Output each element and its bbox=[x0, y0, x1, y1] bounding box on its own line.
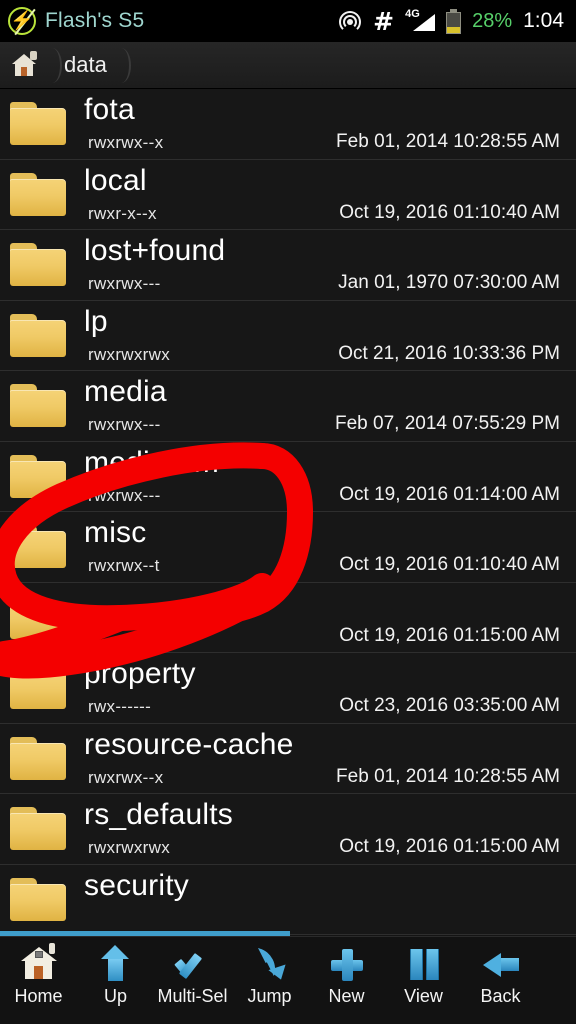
folder-icon bbox=[10, 666, 66, 710]
file-manager-app: ⚡ Flash's S5 # 4G 28% 1:04 data fota rwx… bbox=[0, 0, 576, 1024]
back-arrow-icon bbox=[481, 943, 521, 985]
toolbar-button-back[interactable]: Back bbox=[462, 937, 539, 1024]
file-name-label: local bbox=[84, 163, 147, 197]
file-name-label: mediadrm bbox=[84, 445, 219, 479]
breadcrumb-item-label: data bbox=[64, 52, 107, 77]
file-date-label: Oct 23, 2016 03:35:00 AM bbox=[339, 695, 560, 716]
status-bar-right: # 4G 28% 1:04 bbox=[338, 6, 564, 36]
file-list-row[interactable]: property rwx------ Oct 23, 2016 03:35:00 A… bbox=[0, 653, 576, 724]
file-name-label: security bbox=[84, 868, 189, 902]
breadcrumb-item-data[interactable]: data bbox=[52, 42, 131, 89]
folder-icon bbox=[10, 172, 66, 217]
toolbar-button-up[interactable]: Up bbox=[77, 937, 154, 1024]
toolbar-button-label: View bbox=[404, 986, 443, 1006]
file-list[interactable]: fota rwxrwx--x Feb 01, 2014 10:28:55 AM loc… bbox=[0, 89, 576, 935]
hotspot-icon bbox=[338, 9, 362, 34]
file-list-row[interactable]: resource-cache rwxrwx--x Feb 01, 2014 10:2… bbox=[0, 723, 576, 794]
file-name-label: misc bbox=[84, 516, 147, 549]
file-name-label: lost+found bbox=[84, 234, 226, 267]
toolbar-button-label: Back bbox=[480, 986, 521, 1006]
file-permissions-label: rwxrwxrwx bbox=[88, 838, 171, 857]
toolbar-button-label: New bbox=[328, 986, 365, 1006]
checkmark-icon bbox=[173, 943, 213, 985]
folder-icon bbox=[10, 807, 66, 851]
file-date-label: Oct 19, 2016 01:10:40 AM bbox=[339, 201, 560, 223]
folder-icon bbox=[10, 595, 66, 640]
signal-4g-icon: 4G bbox=[405, 8, 436, 33]
folder-icon bbox=[10, 313, 66, 358]
file-permissions-label: rwxrwx--t bbox=[88, 556, 160, 575]
file-list-row[interactable]: lost+found rwxrwx--- Jan 01, 1970 07:30:00… bbox=[0, 230, 576, 301]
plus-icon bbox=[327, 943, 367, 985]
file-permissions-label: rwxrwx--x bbox=[88, 767, 164, 787]
home-lock-icon bbox=[12, 51, 37, 77]
toolbar-button-label: Up bbox=[103, 986, 127, 1006]
folder-icon bbox=[10, 384, 66, 428]
file-list-row[interactable]: Oct 19, 2016 01:15:00 AM bbox=[0, 582, 576, 653]
folder-icon bbox=[10, 454, 66, 499]
hash-icon: # bbox=[373, 6, 395, 36]
file-list-row[interactable]: mediadrm rwxrwx--- Oct 19, 2016 01:14:00 A… bbox=[0, 441, 576, 512]
battery-icon bbox=[446, 8, 462, 34]
toolbar-button-label: Jump bbox=[247, 986, 292, 1006]
app-title: Flash's S5 bbox=[45, 9, 145, 32]
toolbar-button-jump[interactable]: Jump bbox=[231, 937, 308, 1024]
folder-icon bbox=[10, 243, 66, 287]
toolbar-button-home[interactable]: Home bbox=[0, 937, 77, 1024]
file-date-label: Oct 19, 2016 01:14:00 AM bbox=[339, 483, 560, 505]
file-list-row[interactable]: misc rwxrwx--t Oct 19, 2016 01:10:40 AM bbox=[0, 512, 576, 583]
file-list-row[interactable]: local rwxr-x--x Oct 19, 2016 01:10:40 AM bbox=[0, 159, 576, 230]
file-date-label: Oct 19, 2016 01:10:40 AM bbox=[339, 554, 560, 575]
toolbar-button-view[interactable]: View bbox=[385, 937, 462, 1024]
folder-icon bbox=[10, 877, 66, 922]
file-name-label: lp bbox=[84, 304, 108, 338]
folder-icon bbox=[10, 102, 66, 146]
toolbar-button-label: Home bbox=[14, 986, 63, 1006]
file-list-row[interactable]: fota rwxrwx--x Feb 01, 2014 10:28:55 AM bbox=[0, 89, 576, 160]
folder-icon bbox=[10, 525, 66, 569]
file-permissions-label: rwxrwx--- bbox=[88, 415, 161, 434]
breadcrumb: data bbox=[0, 42, 576, 89]
battery-percent-label: 28% bbox=[472, 9, 513, 32]
jump-arrow-icon bbox=[250, 943, 290, 985]
bottom-toolbar: Home Up Multi-Sel Jump New View Back bbox=[0, 936, 576, 1024]
file-list-row[interactable]: security bbox=[0, 864, 576, 935]
file-name-label: fota bbox=[84, 93, 135, 126]
up-arrow-icon bbox=[96, 943, 136, 985]
breadcrumb-home-button[interactable] bbox=[0, 42, 62, 89]
file-name-label: media bbox=[84, 375, 167, 408]
toolbar-button-new[interactable]: New bbox=[308, 937, 385, 1024]
file-list-row[interactable]: rs_defaults rwxrwxrwx Oct 19, 2016 01:15:0… bbox=[0, 794, 576, 865]
file-date-label: Feb 07, 2014 07:55:29 PM bbox=[335, 413, 560, 434]
file-list-row[interactable]: lp rwxrwxrwx Oct 21, 2016 10:33:36 PM bbox=[0, 300, 576, 371]
toolbar-button-label: Multi-Sel bbox=[157, 986, 228, 1006]
file-permissions-label: rwxrwxrwx bbox=[88, 344, 171, 364]
file-permissions-label: rwxr-x--x bbox=[88, 203, 157, 223]
file-date-label: Jan 01, 1970 07:30:00 AM bbox=[338, 272, 560, 293]
file-date-label: Feb 01, 2014 10:28:55 AM bbox=[336, 765, 560, 787]
flash-bolt-logo-icon: ⚡ bbox=[8, 7, 36, 36]
file-permissions-label: rwxrwx--x bbox=[88, 133, 164, 152]
toolbar-button-multi-sel[interactable]: Multi-Sel bbox=[154, 937, 231, 1024]
clock-label: 1:04 bbox=[523, 9, 564, 32]
status-bar-left: ⚡ Flash's S5 bbox=[8, 7, 145, 36]
file-date-label: Oct 21, 2016 10:33:36 PM bbox=[338, 342, 560, 364]
status-bar: ⚡ Flash's S5 # 4G 28% 1:04 bbox=[0, 0, 576, 42]
file-name-label: resource-cache bbox=[84, 727, 294, 761]
file-permissions-label: rwxrwx--- bbox=[88, 274, 161, 293]
file-name-label: rs_defaults bbox=[84, 798, 233, 831]
folder-icon bbox=[10, 736, 66, 781]
file-date-label: Oct 19, 2016 01:15:00 AM bbox=[339, 624, 560, 646]
file-list-row[interactable]: media rwxrwx--- Feb 07, 2014 07:55:29 PM bbox=[0, 371, 576, 442]
file-date-label: Feb 01, 2014 10:28:55 AM bbox=[336, 131, 560, 152]
file-date-label: Oct 19, 2016 01:15:00 AM bbox=[339, 836, 560, 857]
file-name-label: property bbox=[84, 657, 196, 690]
file-permissions-label: rwxrwx--- bbox=[88, 485, 161, 505]
grid-view-icon bbox=[404, 943, 444, 985]
home-icon bbox=[19, 943, 59, 985]
file-permissions-label: rwx------ bbox=[88, 697, 152, 716]
